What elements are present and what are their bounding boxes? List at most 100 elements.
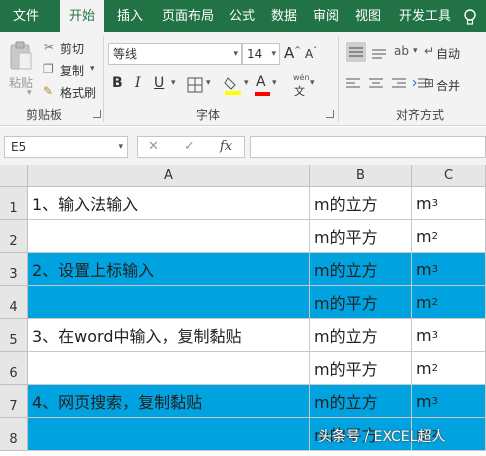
tab-file[interactable]: 文件 — [0, 0, 52, 32]
row-header[interactable]: 6 — [0, 352, 28, 385]
insert-function-icon[interactable]: fx — [220, 139, 232, 154]
tab-formulas[interactable]: 公式 — [222, 0, 262, 32]
format-painter-icon: ✎ — [43, 84, 54, 98]
tab-home[interactable]: 开始 — [60, 0, 104, 32]
row-header[interactable]: 3 — [0, 253, 28, 286]
row-header[interactable]: 4 — [0, 286, 28, 319]
cell-b[interactable]: m的立方 — [310, 385, 412, 418]
row-header[interactable]: 1 — [0, 187, 28, 220]
alignment-group-label: 对齐方式 — [396, 108, 445, 122]
unit-base: m — [416, 193, 432, 213]
row-header[interactable]: 8 — [0, 418, 28, 451]
cell-a[interactable]: 3、在word中输入，复制黏贴 — [28, 319, 310, 352]
fill-color-icon[interactable] — [224, 74, 242, 96]
font-name-select[interactable]: 等线 ▾ — [108, 43, 242, 65]
tab-page-layout[interactable]: 页面布局 — [154, 0, 222, 32]
orientation-dropdown-icon[interactable]: ▾ — [413, 46, 418, 56]
cell-a[interactable]: 2、设置上标输入 — [28, 253, 310, 286]
font-color-dropdown-icon[interactable]: ▾ — [272, 78, 277, 88]
phonetic-dropdown-icon[interactable]: ▾ — [310, 78, 315, 88]
fill-color-dropdown-icon[interactable]: ▾ — [244, 78, 249, 88]
row-header[interactable]: 2 — [0, 220, 28, 253]
clipboard-launcher-icon[interactable] — [93, 110, 101, 118]
grow-font-button[interactable]: A^ — [284, 44, 301, 62]
format-painter-button[interactable]: 格式刷 — [60, 84, 96, 101]
name-box-dropdown-icon[interactable]: ▾ — [118, 137, 123, 157]
tab-developer[interactable]: 开发工具 — [392, 0, 458, 32]
italic-button[interactable]: I — [135, 75, 141, 91]
row-header[interactable]: 7 — [0, 385, 28, 418]
font-group-label: 字体 — [196, 108, 221, 122]
cell-c[interactable]: m3 — [412, 319, 486, 352]
bold-button[interactable]: B — [112, 75, 123, 91]
unit-base: m — [416, 325, 432, 345]
cell-c[interactable]: m2 — [412, 286, 486, 319]
underline-button[interactable]: U — [154, 75, 164, 91]
orientation-icon[interactable]: ab — [394, 44, 409, 58]
align-left-icon[interactable] — [344, 76, 362, 92]
underline-dropdown-icon[interactable]: ▾ — [171, 78, 176, 88]
cell-a[interactable]: 1、输入法输入 — [28, 187, 310, 220]
unit-superscript: 2 — [431, 362, 438, 374]
cell-c[interactable]: m2 — [412, 220, 486, 253]
align-middle-icon[interactable] — [346, 42, 366, 62]
watermark: 头条号 / EXCEL超人 — [318, 429, 446, 445]
cell-c[interactable]: m3 — [412, 253, 486, 286]
unit-superscript: 3 — [431, 263, 438, 275]
paste-icon[interactable] — [6, 38, 36, 74]
column-header-c[interactable]: C — [412, 165, 486, 187]
cell-a[interactable] — [28, 418, 310, 451]
tab-insert[interactable]: 插入 — [108, 0, 152, 32]
group-divider — [103, 36, 104, 122]
unit-base: m — [416, 391, 432, 411]
cell-b[interactable]: m的平方 — [310, 352, 412, 385]
font-color-swatch — [255, 92, 270, 96]
cell-c[interactable]: m3 — [412, 187, 486, 220]
tell-me-bulb-icon[interactable] — [462, 8, 478, 26]
phonetic-guide-button[interactable]: wén — [293, 73, 310, 82]
tab-view[interactable]: 视图 — [348, 0, 388, 32]
cell-b[interactable]: m的立方 — [310, 253, 412, 286]
wrap-text-button[interactable]: 自动 — [436, 45, 460, 62]
borders-dropdown-icon[interactable]: ▾ — [206, 78, 211, 88]
paste-dropdown-icon[interactable]: ▾ — [27, 88, 32, 98]
merge-icon: ⊞ — [424, 76, 435, 90]
font-color-button[interactable]: A — [256, 74, 266, 90]
cell-b[interactable]: m的立方 — [310, 187, 412, 220]
cell-c[interactable]: m2 — [412, 352, 486, 385]
align-right-icon[interactable] — [390, 76, 408, 92]
align-center-icon[interactable] — [367, 76, 385, 92]
tab-review[interactable]: 审阅 — [306, 0, 346, 32]
font-launcher-icon[interactable] — [326, 110, 334, 118]
cut-button[interactable]: 剪切 — [60, 40, 84, 57]
unit-superscript: 2 — [431, 296, 438, 308]
column-header-a[interactable]: A — [28, 165, 310, 187]
copy-button[interactable]: 复制 — [60, 62, 84, 79]
confirm-icon[interactable]: ✓ — [184, 139, 195, 154]
row-header[interactable]: 5 — [0, 319, 28, 352]
name-box[interactable]: E5 ▾ — [4, 136, 128, 158]
borders-icon[interactable] — [186, 76, 204, 94]
cell-a[interactable] — [28, 352, 310, 385]
font-size-select[interactable]: 14 ▾ — [242, 43, 280, 65]
cell-b[interactable]: m的平方 — [310, 220, 412, 253]
cell-c[interactable]: m3 — [412, 385, 486, 418]
merge-center-button[interactable]: 合并 — [436, 77, 460, 94]
copy-dropdown-icon[interactable]: ▾ — [90, 64, 95, 74]
cell-a[interactable] — [28, 220, 310, 253]
unit-base: m — [416, 292, 432, 312]
cell-b[interactable]: m的平方 — [310, 286, 412, 319]
cell-a[interactable]: 4、网页搜索，复制黏贴 — [28, 385, 310, 418]
cell-b[interactable]: m的立方 — [310, 319, 412, 352]
align-bottom-icon[interactable] — [370, 44, 388, 60]
formula-input[interactable] — [250, 136, 486, 158]
unit-base: m — [416, 358, 432, 378]
column-header-b[interactable]: B — [310, 165, 412, 187]
cancel-icon[interactable]: ✕ — [148, 139, 159, 154]
cell-a[interactable] — [28, 286, 310, 319]
tab-data[interactable]: 数据 — [264, 0, 304, 32]
shrink-font-button[interactable]: Aˇ — [305, 46, 317, 61]
select-all-corner[interactable] — [0, 165, 28, 187]
excel-window: 文件 开始 插入 页面布局 公式 数据 审阅 视图 开发工具 粘贴 ▾ ✂ 剪切… — [0, 0, 486, 456]
unit-superscript: 2 — [431, 230, 438, 242]
